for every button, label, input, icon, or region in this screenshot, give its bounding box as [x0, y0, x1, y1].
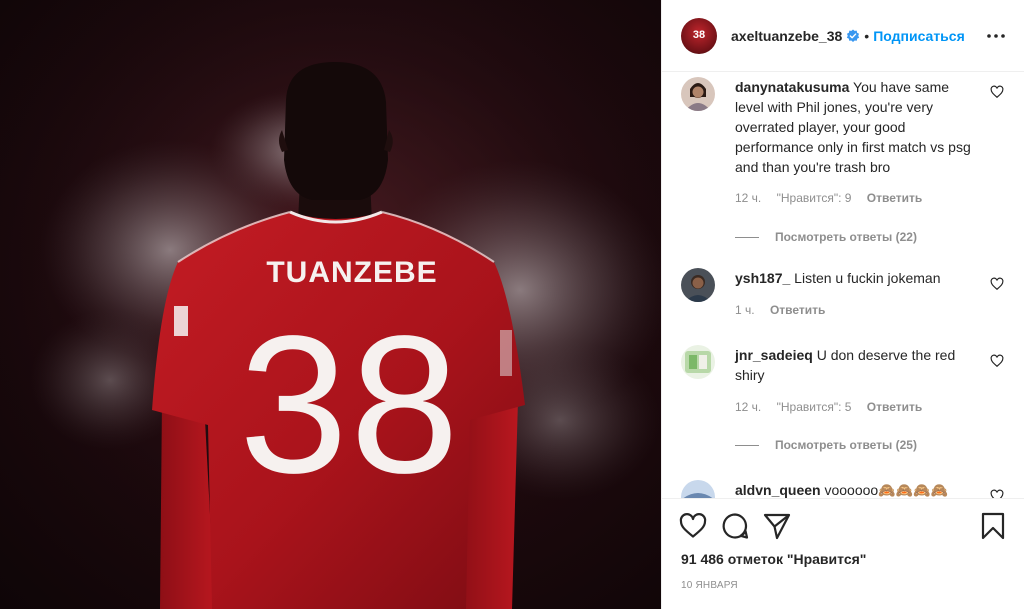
author-avatar[interactable]: 38 — [681, 17, 717, 54]
comment-username[interactable]: aldvn_queen — [735, 482, 821, 498]
player-head — [284, 62, 388, 200]
commenter-avatar[interactable] — [681, 268, 715, 302]
author-username[interactable]: axeltuanzebe_38 — [731, 28, 842, 44]
heart-icon[interactable] — [678, 511, 708, 541]
view-replies-label: Посмотреть ответы (25) — [775, 438, 917, 452]
comment-body: danynatakusuma You have same level with … — [735, 77, 974, 177]
reply-button[interactable]: Ответить — [770, 303, 825, 317]
share-icon[interactable] — [762, 511, 792, 541]
comment-username[interactable]: jnr_sadeieq — [735, 347, 813, 363]
likes-count[interactable]: 91 486 отметок "Нравится" — [681, 551, 866, 567]
comment-body: ysh187_ Listen u fuckin jokeman — [735, 268, 974, 288]
view-replies-button[interactable]: Посмотреть ответы (25) — [735, 438, 917, 452]
view-replies-line — [735, 236, 759, 238]
comment-likes[interactable]: "Нравится": 5 — [777, 400, 852, 414]
jersey-number: 38 — [239, 295, 461, 514]
more-options-icon[interactable] — [984, 24, 1008, 48]
comment-body: jnr_sadeieq U don deserve the red shiry — [735, 345, 974, 385]
comment-like-heart-icon[interactable] — [990, 354, 1004, 368]
post-dialog: TUANZEBE 38 38 axeltuanzebe_38 • Подписа… — [0, 0, 1024, 609]
view-replies-button[interactable]: Посмотреть ответы (22) — [735, 230, 917, 244]
comment-meta: 12 ч. "Нравится": 9 Ответить — [735, 191, 934, 205]
comment-username[interactable]: ysh187_ — [735, 270, 790, 286]
comment-like-heart-icon[interactable] — [990, 277, 1004, 291]
comments-list[interactable]: danynatakusuma You have same level with … — [662, 72, 1024, 498]
comment-username[interactable]: danynatakusuma — [735, 79, 849, 95]
commenter-avatar[interactable] — [681, 345, 715, 379]
verified-badge-icon — [847, 28, 860, 42]
comment-time[interactable]: 12 ч. — [735, 400, 761, 414]
comment-meta: 1 ч. Ответить — [735, 303, 837, 317]
comment-meta: 12 ч. "Нравится": 5 Ответить — [735, 400, 934, 414]
post-footer: 91 486 отметок "Нравится" 10 ЯНВАРЯ — [662, 498, 1024, 609]
comment-like-heart-icon[interactable] — [990, 85, 1004, 99]
comment-text: voooooo🙈🙈🙈🙈 — [824, 482, 948, 498]
author-avatar-text: 38 — [692, 28, 706, 41]
bookmark-icon[interactable] — [978, 511, 1008, 541]
post-date[interactable]: 10 ЯНВАРЯ — [681, 580, 738, 591]
comment-text: Listen u fuckin jokeman — [794, 270, 941, 286]
commenter-avatar[interactable] — [681, 480, 715, 498]
comment-time[interactable]: 1 ч. — [735, 303, 755, 317]
comment-time[interactable]: 12 ч. — [735, 191, 761, 205]
view-replies-line — [735, 444, 759, 446]
reply-button[interactable]: Ответить — [867, 191, 922, 205]
post-header: 38 axeltuanzebe_38 • Подписаться — [662, 0, 1024, 72]
reply-button[interactable]: Ответить — [867, 400, 922, 414]
comment-icon[interactable] — [720, 511, 750, 541]
follow-button[interactable]: Подписаться — [873, 28, 965, 44]
post-photo[interactable]: TUANZEBE 38 — [0, 0, 661, 609]
commenter-avatar[interactable] — [681, 77, 715, 111]
comment-body: aldvn_queen voooooo🙈🙈🙈🙈 — [735, 480, 974, 498]
player-illustration: TUANZEBE 38 — [0, 0, 661, 609]
view-replies-label: Посмотреть ответы (22) — [775, 230, 917, 244]
comment-likes[interactable]: "Нравится": 9 — [777, 191, 852, 205]
comment-like-heart-icon[interactable] — [990, 489, 1004, 498]
action-bar — [678, 511, 1008, 541]
post-side-panel: 38 axeltuanzebe_38 • Подписаться danynat… — [661, 0, 1024, 609]
jersey-name: TUANZEBE — [266, 256, 437, 289]
header-separator: • — [864, 27, 870, 44]
